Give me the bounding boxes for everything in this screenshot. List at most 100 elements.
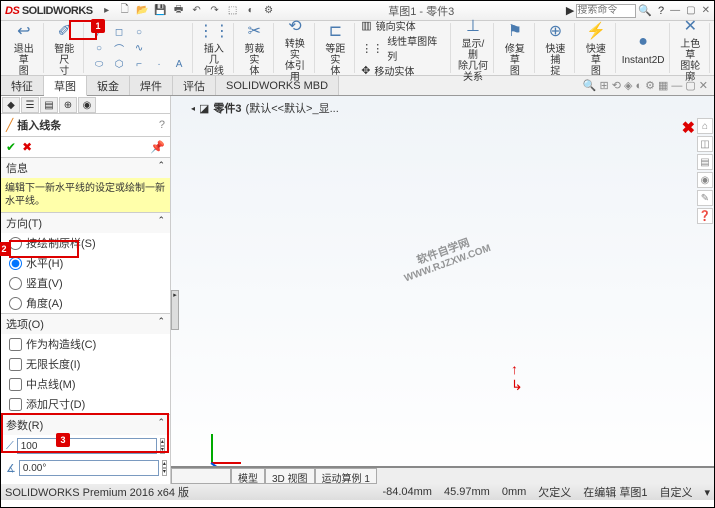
taskpane-lib-icon[interactable]: ◫: [697, 136, 713, 152]
options-icon[interactable]: ⚙: [261, 3, 277, 19]
corner-rect-icon[interactable]: ◻: [110, 25, 128, 39]
spinner-up-icon[interactable]: ▴: [160, 438, 165, 446]
angle-input[interactable]: [19, 460, 159, 476]
opt-infinite-check[interactable]: [9, 358, 22, 371]
dir-horizontal-radio[interactable]: [9, 257, 22, 270]
opt-midpoint-check[interactable]: [9, 378, 22, 391]
chevron-up-icon[interactable]: ⌃: [157, 417, 165, 433]
view-tool-icon[interactable]: ⚙: [645, 79, 655, 92]
tab-mbd[interactable]: SOLIDWORKS MBD: [216, 76, 339, 95]
select-icon[interactable]: ⬚: [225, 3, 241, 19]
spinner-down-icon[interactable]: ▾: [160, 446, 165, 454]
trim-button[interactable]: ✂剪裁实 体: [240, 19, 270, 77]
arc-icon[interactable]: ⌒: [110, 41, 128, 55]
view-tool-icon[interactable]: ⟲: [612, 79, 621, 92]
taskpane-forum-icon[interactable]: ❓: [697, 208, 713, 224]
sketch-close-icon[interactable]: ✖: [682, 118, 695, 138]
spline-icon[interactable]: ∿: [130, 41, 148, 55]
panel-tab-appear-icon[interactable]: ◉: [78, 97, 96, 113]
panel-tab-config-icon[interactable]: ☰: [21, 97, 39, 113]
point-icon[interactable]: ·: [150, 57, 168, 71]
spinner-up-icon[interactable]: ▴: [162, 460, 167, 468]
vtab-3dview[interactable]: 3D 视图: [265, 468, 315, 484]
length-input[interactable]: [17, 438, 157, 454]
new-icon[interactable]: ▸: [99, 3, 115, 19]
chevron-up-icon[interactable]: ⌃: [157, 316, 165, 332]
direction-header[interactable]: 方向(T): [6, 215, 42, 231]
ellipse-icon[interactable]: ⬭: [90, 57, 108, 71]
crumb-back-icon[interactable]: ◂: [191, 104, 195, 113]
tab-sketch[interactable]: 草图: [44, 76, 87, 96]
move-icon[interactable]: ✥: [361, 64, 370, 77]
crumb-config[interactable]: (默认<<默认>_显...: [246, 100, 339, 116]
view-tool-icon[interactable]: ◈: [624, 79, 632, 92]
circle-icon[interactable]: ○: [90, 41, 108, 55]
view-tool-icon[interactable]: ▦: [658, 79, 668, 92]
exit-sketch-button[interactable]: ↩退出草 图: [9, 19, 39, 77]
quick-snap-button[interactable]: ⊕快速捕 捉: [541, 19, 571, 77]
rapid-sketch-button[interactable]: ⚡快速草 图: [581, 19, 611, 77]
offset-button[interactable]: ⊏等距实 体: [321, 19, 351, 77]
file-icon[interactable]: 🗋: [117, 3, 133, 19]
ok-button[interactable]: ✔: [6, 140, 16, 154]
smart-dimension-button[interactable]: ✐智能尺 寸: [50, 19, 80, 77]
info-text: 编辑下一新水平线的设定或绘制一新水平线。: [1, 178, 170, 212]
options-header[interactable]: 选项(O): [6, 316, 44, 332]
crumb-part[interactable]: 零件3: [213, 100, 241, 116]
chevron-up-icon[interactable]: ⌃: [157, 215, 165, 231]
print-icon[interactable]: 🖶: [171, 3, 187, 19]
taskpane-view-icon[interactable]: ▤: [697, 154, 713, 170]
cancel-button[interactable]: ✖: [22, 140, 32, 154]
status-menu-icon[interactable]: ▾: [704, 486, 710, 499]
construction-geometry-button[interactable]: ⋮⋮插入几 何线: [199, 19, 229, 77]
search-glass-icon[interactable]: 🔍: [638, 4, 652, 17]
taskpane-prop-icon[interactable]: ✎: [697, 190, 713, 206]
help-icon[interactable]: ?: [159, 119, 165, 131]
params-header[interactable]: 参数(R): [6, 417, 43, 433]
slot-icon[interactable]: ○: [130, 25, 148, 39]
open-icon[interactable]: 📂: [135, 3, 151, 19]
chevron-up-icon[interactable]: ⌃: [157, 160, 165, 176]
pattern-icon[interactable]: ⋮⋮: [361, 42, 383, 55]
marker-1: 1: [91, 19, 105, 33]
dir-angle-radio[interactable]: [9, 297, 22, 310]
search-input[interactable]: [576, 4, 636, 18]
panel-tab-dim-icon[interactable]: ⊕: [59, 97, 77, 113]
pin-icon[interactable]: 📌: [150, 140, 165, 154]
vtab-motion[interactable]: 运动算例 1: [315, 468, 377, 484]
panel-tab-display-icon[interactable]: ▤: [40, 97, 58, 113]
view-tool-icon[interactable]: ⊞: [600, 79, 609, 92]
fillet-icon[interactable]: ⌐: [130, 57, 148, 71]
view-tool-icon[interactable]: ◐: [635, 80, 642, 92]
tab-evaluate[interactable]: 评估: [173, 76, 216, 95]
rebuild-icon[interactable]: ◐: [243, 3, 259, 19]
redo-icon[interactable]: ↷: [207, 3, 223, 19]
display-relations-button[interactable]: ⊥显示/删 除几何 关系: [457, 14, 489, 83]
mirror-icon[interactable]: ▥: [361, 19, 371, 32]
undo-icon[interactable]: ↶: [189, 3, 205, 19]
tab-feature[interactable]: 特征: [1, 76, 44, 95]
repair-sketch-button[interactable]: ⚑修复草 图: [500, 19, 530, 77]
shaded-contour-button[interactable]: ✕上色草 图轮廓: [676, 14, 706, 83]
opt-construction-check[interactable]: [9, 338, 22, 351]
taskpane-home-icon[interactable]: ⌂: [697, 118, 713, 134]
view-tool-icon[interactable]: 🔍: [583, 79, 597, 92]
save-icon[interactable]: 💾: [153, 3, 169, 19]
spinner-down-icon[interactable]: ▾: [162, 468, 167, 476]
tab-weldment[interactable]: 焊件: [130, 76, 173, 95]
panel-expand-handle[interactable]: ▸: [171, 290, 179, 330]
instant2d-button[interactable]: ●Instant2D: [622, 30, 665, 66]
text-icon[interactable]: A: [170, 57, 188, 71]
panel-tab-feature-icon[interactable]: ◆: [2, 97, 20, 113]
polygon-icon[interactable]: ⬡: [110, 57, 128, 71]
vtab-model[interactable]: 模型: [231, 468, 265, 484]
status-mode: 自定义: [659, 484, 692, 500]
convert-button[interactable]: ⟲转换实 体引用: [280, 14, 310, 83]
tab-sheetmetal[interactable]: 钣金: [87, 76, 130, 95]
opt-adddim-check[interactable]: [9, 398, 22, 411]
dir-vertical-radio[interactable]: [9, 277, 22, 290]
taskpane-appear-icon[interactable]: ◉: [697, 172, 713, 188]
info-header[interactable]: 信息: [6, 160, 28, 176]
graphics-viewport[interactable]: ▸ ◂ ◪ 零件3 (默认<<默认>_显... 软件自学网WWW.RJZXW.C…: [171, 96, 714, 484]
help-icon[interactable]: ?: [658, 5, 664, 17]
